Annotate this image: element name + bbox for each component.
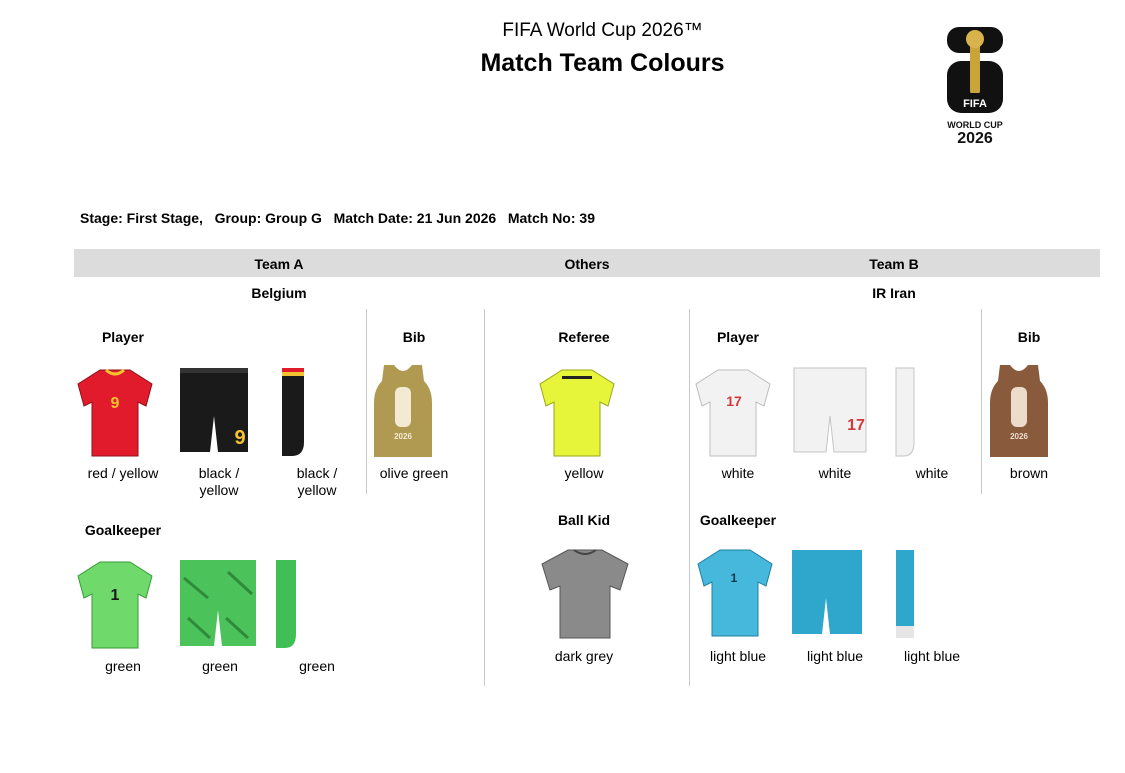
team-b-bib-image: 2026	[990, 365, 1048, 457]
divider-others-team-b	[689, 309, 690, 686]
team-a-name: Belgium	[251, 285, 307, 301]
logo-world-cup-text: WORLD CUP	[947, 120, 1003, 130]
team-a-player-socks-color: black / yellow	[296, 465, 338, 498]
referee-label: Referee	[558, 329, 610, 345]
team-b-name: IR Iran	[872, 285, 916, 301]
team-b-gk-shirt-color: light blue	[709, 648, 767, 664]
team-a-gk-socks-color: green	[299, 658, 335, 674]
team-a-bib-color: olive green	[379, 465, 449, 481]
svg-text:9: 9	[111, 395, 120, 412]
team-a-gk-shorts-color: green	[202, 658, 238, 674]
team-b-gk-shorts-image	[792, 550, 862, 634]
team-b-gk-socks-color: light blue	[903, 648, 961, 664]
logo-year-text: 2026	[957, 130, 993, 145]
team-a-player-shorts-image: 9	[180, 368, 248, 452]
column-header-team-a: Team A	[254, 256, 304, 272]
logo-fifa-text: FIFA	[963, 98, 987, 110]
team-a-bib-label: Bib	[402, 329, 426, 345]
team-b-gk-label: Goalkeeper	[699, 512, 777, 528]
column-header-others: Others	[564, 256, 610, 272]
team-a-player-label: Player	[101, 329, 145, 345]
ball-kid-shirt-image	[541, 549, 629, 639]
column-header-team-b: Team B	[869, 256, 919, 272]
svg-text:9: 9	[234, 427, 245, 449]
team-b-player-socks-image	[895, 367, 915, 457]
ball-kid-label: Ball Kid	[557, 512, 611, 528]
divider-team-a-others	[484, 309, 485, 686]
team-a-player-shirt-image: 9	[77, 368, 153, 457]
team-a-bib-image: 2026	[374, 365, 432, 457]
team-b-player-shirt-image: 17	[695, 369, 771, 457]
team-b-gk-shorts-color: light blue	[806, 648, 864, 664]
team-b-player-shorts-image: 17	[793, 367, 867, 453]
svg-text:17: 17	[847, 417, 865, 434]
team-a-player-shorts-color: black / yellow	[198, 465, 240, 498]
svg-text:17: 17	[726, 393, 742, 409]
svg-text:1: 1	[111, 587, 120, 604]
team-b-gk-shirt-image: 1	[697, 549, 773, 637]
svg-text:1: 1	[731, 571, 738, 585]
match-info: Stage: First Stage, Group: Group G Match…	[80, 210, 595, 226]
team-a-gk-shirt-image: 1	[77, 561, 153, 649]
team-a-gk-label: Goalkeeper	[84, 522, 162, 538]
team-a-player-shirt-color: red / yellow	[87, 465, 159, 481]
team-a-gk-shorts-image	[180, 560, 256, 646]
fifa-world-cup-logo: FIFA WORLD CUP 2026	[945, 27, 1007, 147]
team-b-player-shorts-color: white	[818, 465, 852, 481]
svg-text:2026: 2026	[1010, 432, 1028, 441]
ball-kid-color: dark grey	[554, 648, 614, 664]
team-b-bib-color: brown	[1009, 465, 1049, 481]
referee-color: yellow	[564, 465, 604, 481]
team-b-player-socks-color: white	[915, 465, 949, 481]
referee-shirt-image	[539, 369, 615, 457]
svg-text:2026: 2026	[394, 432, 412, 441]
team-b-player-shirt-color: white	[721, 465, 755, 481]
team-a-player-socks-image	[282, 368, 304, 456]
team-b-player-label: Player	[716, 329, 760, 345]
team-a-gk-socks-image	[276, 560, 296, 648]
team-b-gk-socks-image	[896, 550, 914, 638]
team-b-bib-label: Bib	[1017, 329, 1041, 345]
team-a-gk-shirt-color: green	[105, 658, 141, 674]
